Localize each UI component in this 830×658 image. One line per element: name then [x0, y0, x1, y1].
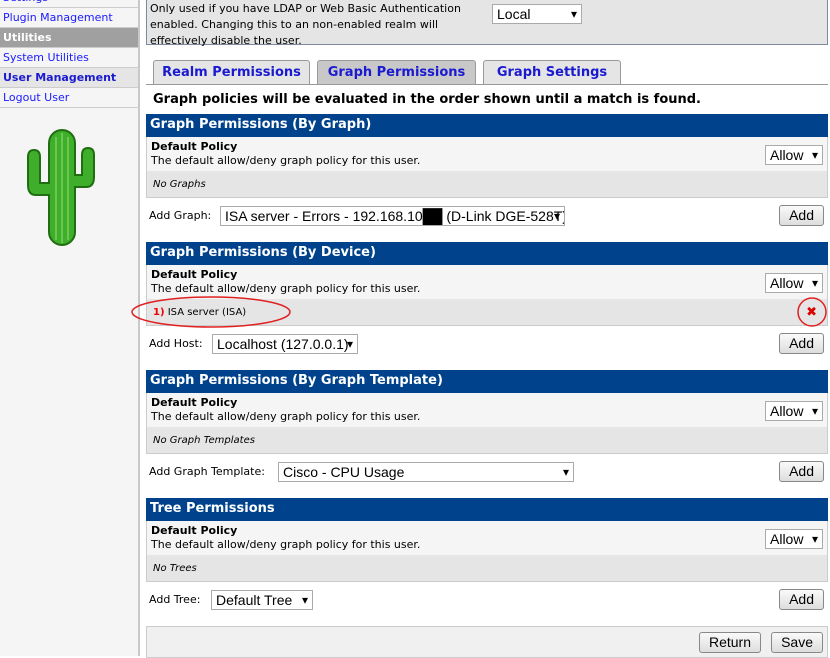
nav-settings[interactable]: Settings — [0, 0, 138, 8]
section-title: Graph Permissions (By Device) — [146, 242, 828, 265]
realm-description: Only used if you have LDAP or Web Basic … — [150, 2, 461, 47]
add-label: Add Graph Template: — [149, 465, 265, 478]
return-button[interactable]: Return — [698, 632, 761, 653]
add-graph-button[interactable]: Add — [779, 205, 824, 226]
add-tree-button[interactable]: Add — [779, 589, 824, 610]
cactus-logo-icon — [27, 129, 95, 246]
action-bar: Return Save — [146, 626, 828, 658]
realm-select[interactable]: Local — [492, 4, 582, 24]
add-row: Add Graph Template: Cisco - CPU Usage Ad… — [146, 456, 828, 486]
default-policy-label: Default Policy — [151, 268, 238, 281]
annotation-circles — [131, 296, 827, 328]
default-policy-desc: The default allow/deny graph policy for … — [151, 410, 421, 423]
default-policy-row: Default Policy The default allow/deny gra… — [146, 521, 828, 555]
tab-graph-settings[interactable]: Graph Settings — [483, 60, 621, 85]
add-host-select[interactable]: Localhost (127.0.0.1) — [212, 334, 358, 354]
empty-message: No Graph Templates — [146, 427, 828, 454]
empty-message: No Graphs — [146, 171, 828, 198]
default-policy-label: Default Policy — [151, 524, 238, 537]
nav-utilities-header: Utilities — [0, 28, 138, 48]
save-button[interactable]: Save — [771, 632, 823, 653]
nav-user-management[interactable]: User Management — [0, 68, 138, 88]
add-graph-select[interactable]: ISA server - Errors - 192.168.10██ (D-Li… — [220, 206, 565, 226]
add-graph-template-button[interactable]: Add — [779, 461, 824, 482]
default-policy-desc: The default allow/deny graph policy for … — [151, 154, 421, 167]
add-host-button[interactable]: Add — [779, 333, 824, 354]
section-title: Graph Permissions (By Graph Template) — [146, 370, 828, 393]
default-policy-desc: The default allow/deny graph policy for … — [151, 538, 421, 551]
section-by-graph: Graph Permissions (By Graph) Default Pol… — [146, 114, 828, 230]
section-tree-permissions: Tree Permissions Default Policy The defau… — [146, 498, 828, 614]
add-label: Add Host: — [149, 337, 203, 350]
realm-box: Only used if you have LDAP or Web Basic … — [146, 0, 828, 47]
section-title: Graph Permissions (By Graph) — [146, 114, 828, 137]
nav-plugin-management[interactable]: Plugin Management — [0, 8, 138, 28]
evaluation-notice: Graph policies will be evaluated in the … — [153, 92, 701, 107]
policy-select[interactable]: Allow — [765, 401, 823, 421]
add-row: Add Tree: Default Tree Add — [146, 584, 828, 614]
add-tree-select[interactable]: Default Tree — [211, 590, 313, 610]
add-label: Add Tree: — [149, 593, 201, 606]
default-policy-row: Default Policy The default allow/deny gra… — [146, 137, 828, 171]
tab-realm-permissions[interactable]: Realm Permissions — [153, 60, 310, 85]
add-graph-template-select[interactable]: Cisco - CPU Usage — [278, 462, 574, 482]
default-policy-label: Default Policy — [151, 140, 238, 153]
default-policy-label: Default Policy — [151, 396, 238, 409]
policy-select[interactable]: Allow — [765, 145, 823, 165]
tab-divider — [146, 84, 828, 85]
policy-select[interactable]: Allow — [765, 529, 823, 549]
section-title: Tree Permissions — [146, 498, 828, 521]
add-label: Add Graph: — [149, 209, 212, 222]
policy-select[interactable]: Allow — [765, 273, 823, 293]
sidebar: Settings Plugin Management Utilities Sys… — [0, 0, 140, 656]
default-policy-row: Default Policy The default allow/deny gra… — [146, 393, 828, 427]
nav-logout-user[interactable]: Logout User — [0, 88, 138, 108]
add-row: Add Graph: ISA server - Errors - 192.168… — [146, 200, 828, 230]
section-by-graph-template: Graph Permissions (By Graph Template) De… — [146, 370, 828, 486]
tab-graph-permissions[interactable]: Graph Permissions — [317, 60, 476, 85]
nav-system-utilities[interactable]: System Utilities — [0, 48, 138, 68]
empty-message: No Trees — [146, 555, 828, 582]
